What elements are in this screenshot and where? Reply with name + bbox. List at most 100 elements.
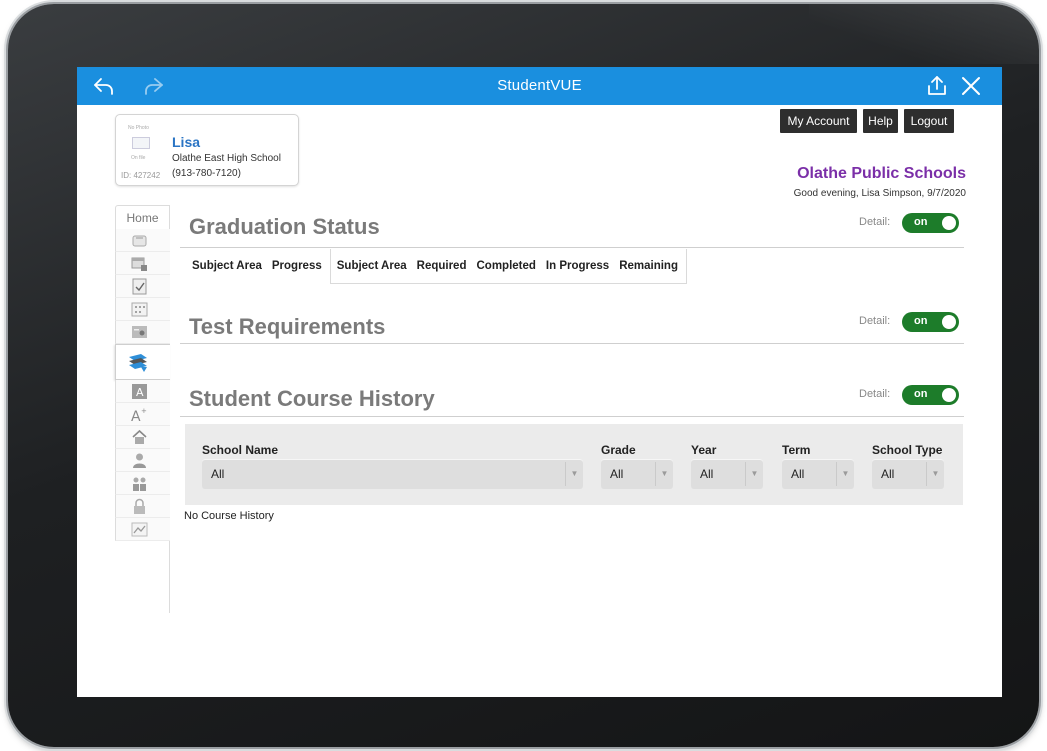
greeting-text: Good evening, Lisa Simpson, 9/7/2020 [793, 188, 966, 199]
test-detail-label: Detail: [859, 315, 891, 327]
history-divider [180, 416, 964, 417]
nav-class[interactable] [115, 321, 170, 344]
term-label: Term [782, 443, 811, 457]
student-card[interactable]: No Photo On file ID: 427242 Lisa Olathe … [115, 114, 299, 186]
year-value: All [700, 467, 714, 481]
chevron-down-icon: ▼ [655, 462, 673, 486]
school-name-label: School Name [202, 443, 279, 457]
nav-grade-book[interactable]: A + [115, 403, 170, 426]
col-remaining: Remaining [619, 260, 678, 272]
history-detail-label: Detail: [859, 388, 891, 400]
school-name-select[interactable]: All ▼ [202, 459, 583, 489]
chevron-down-icon: ▼ [745, 462, 763, 486]
col-completed: Completed [476, 260, 536, 272]
grade-label: Grade [601, 443, 636, 457]
nav-calendar[interactable] [115, 252, 170, 275]
nav-report-card[interactable]: A [115, 380, 170, 403]
col-detail-subject-area: Subject Area [336, 260, 407, 272]
student-info-icon [133, 453, 146, 468]
chevron-down-icon: ▼ [565, 462, 583, 486]
test-detail-toggle[interactable]: on [902, 312, 959, 332]
year-select[interactable]: All ▼ [691, 459, 763, 489]
left-nav: Home A A + [115, 205, 170, 613]
graduation-divider [180, 247, 964, 248]
grade-select[interactable]: All ▼ [601, 459, 673, 489]
tablet-frame: StudentVUE No Photo On file ID: 427242 L… [8, 4, 1039, 747]
nav-progress[interactable] [115, 518, 170, 541]
photo-image-icon [132, 137, 150, 149]
school-name-value: All [211, 467, 225, 481]
student-phone: (913-780-7120) [172, 168, 241, 179]
title-bar: StudentVUE [77, 67, 1002, 105]
nav-security[interactable] [115, 495, 170, 518]
app-title: StudentVUE [497, 77, 582, 94]
nav-mailbox[interactable] [115, 229, 170, 252]
col-progress: Progress [271, 260, 322, 272]
year-label: Year [691, 443, 717, 457]
svg-text:A: A [131, 409, 141, 423]
share-icon[interactable] [925, 74, 949, 98]
nav-attendance[interactable] [115, 275, 170, 298]
history-detail-toggle[interactable]: on [902, 385, 959, 405]
my-account-button[interactable]: My Account [780, 109, 857, 133]
graduation-table-header: Subject Area Progress Subject Area Requi… [187, 249, 687, 284]
report-card-icon: A [132, 384, 147, 399]
student-photo-placeholder: No Photo On file [122, 125, 162, 165]
toggle-label: on [914, 216, 928, 228]
nav-schedule[interactable] [115, 298, 170, 321]
attendance-check-icon [132, 278, 147, 295]
grade-value: All [610, 467, 624, 481]
schedule-grid-icon [131, 302, 148, 317]
photo-text-bottom: On file [131, 155, 146, 161]
chevron-down-icon: ▼ [836, 462, 854, 486]
course-history-title: Student Course History [189, 386, 435, 411]
logout-button[interactable]: Logout [904, 109, 954, 133]
school-type-select[interactable]: All ▼ [872, 459, 944, 489]
lock-icon [134, 498, 145, 514]
toggle-label: on [914, 315, 928, 327]
student-id: ID: 427242 [121, 171, 161, 180]
svg-text:A: A [136, 386, 144, 399]
app-screen: StudentVUE No Photo On file ID: 427242 L… [77, 67, 1002, 697]
district-name: Olathe Public Schools [797, 165, 966, 182]
col-in-progress: In Progress [545, 260, 610, 272]
svg-text:+: + [141, 407, 147, 415]
col-subject-area: Subject Area [192, 260, 262, 272]
graduation-detail-toggle[interactable]: on [902, 213, 959, 233]
test-divider [180, 343, 964, 344]
student-name: Lisa [172, 134, 201, 150]
term-select[interactable]: All ▼ [782, 459, 854, 489]
no-course-history-message: No Course History [184, 510, 274, 522]
toggle-knob [942, 315, 956, 329]
course-history-filters: School Name All ▼ Grade All ▼ Year All ▼… [185, 424, 963, 505]
photo-text-top: No Photo [128, 125, 149, 131]
test-requirements-title: Test Requirements [189, 314, 386, 339]
mailbox-icon [132, 235, 147, 247]
school-type-label: School Type [872, 443, 943, 457]
nav-school-info[interactable] [115, 426, 170, 449]
col-required: Required [416, 260, 467, 272]
help-button[interactable]: Help [863, 109, 898, 133]
frame-glare [809, 4, 1039, 64]
nav-family[interactable] [115, 472, 170, 495]
calendar-lock-icon [131, 257, 147, 271]
progress-chart-icon [131, 522, 148, 537]
nav-student-info[interactable] [115, 449, 170, 472]
close-icon[interactable] [959, 74, 983, 98]
family-icon [133, 477, 146, 491]
class-roster-icon [132, 326, 147, 338]
nav-course-history[interactable] [115, 344, 170, 380]
chevron-down-icon: ▼ [926, 462, 944, 486]
toggle-knob [942, 388, 956, 402]
course-history-books-icon [129, 354, 147, 372]
graduation-status-title: Graduation Status [189, 214, 380, 239]
school-type-value: All [881, 467, 895, 481]
graduation-detail-label: Detail: [859, 216, 891, 228]
toggle-label: on [914, 388, 928, 400]
school-info-icon [132, 429, 147, 444]
grade-book-icon: A + [131, 407, 147, 423]
nav-home[interactable]: Home [115, 205, 170, 229]
term-value: All [791, 467, 805, 481]
toggle-knob [942, 216, 956, 230]
graduation-detail-header: Subject Area Required Completed In Progr… [329, 249, 687, 284]
